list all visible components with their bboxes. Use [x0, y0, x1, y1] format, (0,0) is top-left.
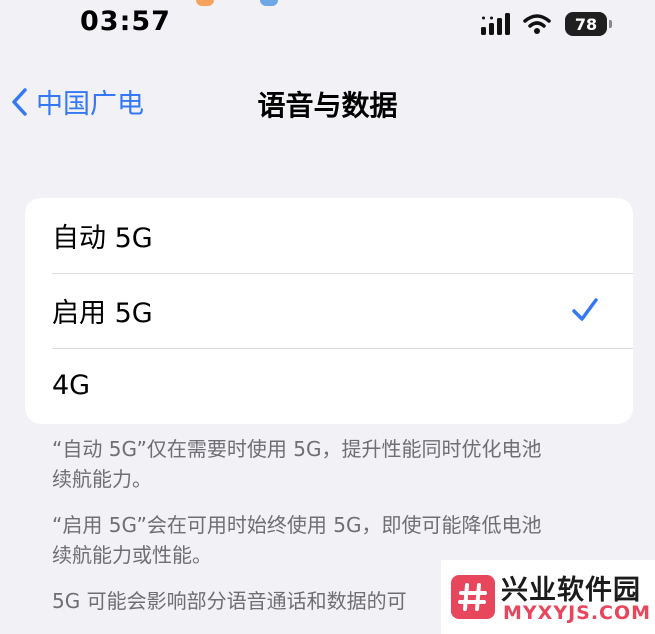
battery-indicator: 78: [565, 12, 612, 36]
watermark-logo-icon: [451, 575, 495, 619]
checkmark-icon: [572, 298, 598, 321]
wifi-icon: [523, 14, 551, 34]
navigation-bar: 中国广电 语音与数据: [0, 78, 655, 128]
cellular-signal-icon: [481, 13, 510, 35]
option-label: 自动 5G: [52, 223, 153, 254]
option-label: 启用 5G: [52, 298, 153, 329]
voice-data-options: 自动 5G 启用 5G 4G: [25, 198, 633, 424]
page-title: 语音与数据: [257, 89, 398, 122]
option-4g[interactable]: 4G: [25, 348, 633, 423]
status-icons: 78: [481, 12, 612, 36]
note-auto-5g: “自动 5G”仅在需要时使用 5G，提升性能同时优化电池 续航能力。: [52, 437, 542, 491]
status-bar: 03:57 78: [0, 0, 655, 50]
option-auto-5g[interactable]: 自动 5G: [25, 198, 633, 273]
watermark-url: MYXYJS.COM: [503, 602, 652, 624]
top-indicator-dots: [196, 0, 286, 6]
option-enable-5g[interactable]: 启用 5G: [25, 273, 633, 348]
battery-level: 78: [574, 14, 598, 34]
option-label: 4G: [52, 370, 91, 401]
watermark: 兴业软件园 MYXYJS.COM: [441, 560, 655, 634]
status-time: 03:57: [80, 6, 171, 37]
